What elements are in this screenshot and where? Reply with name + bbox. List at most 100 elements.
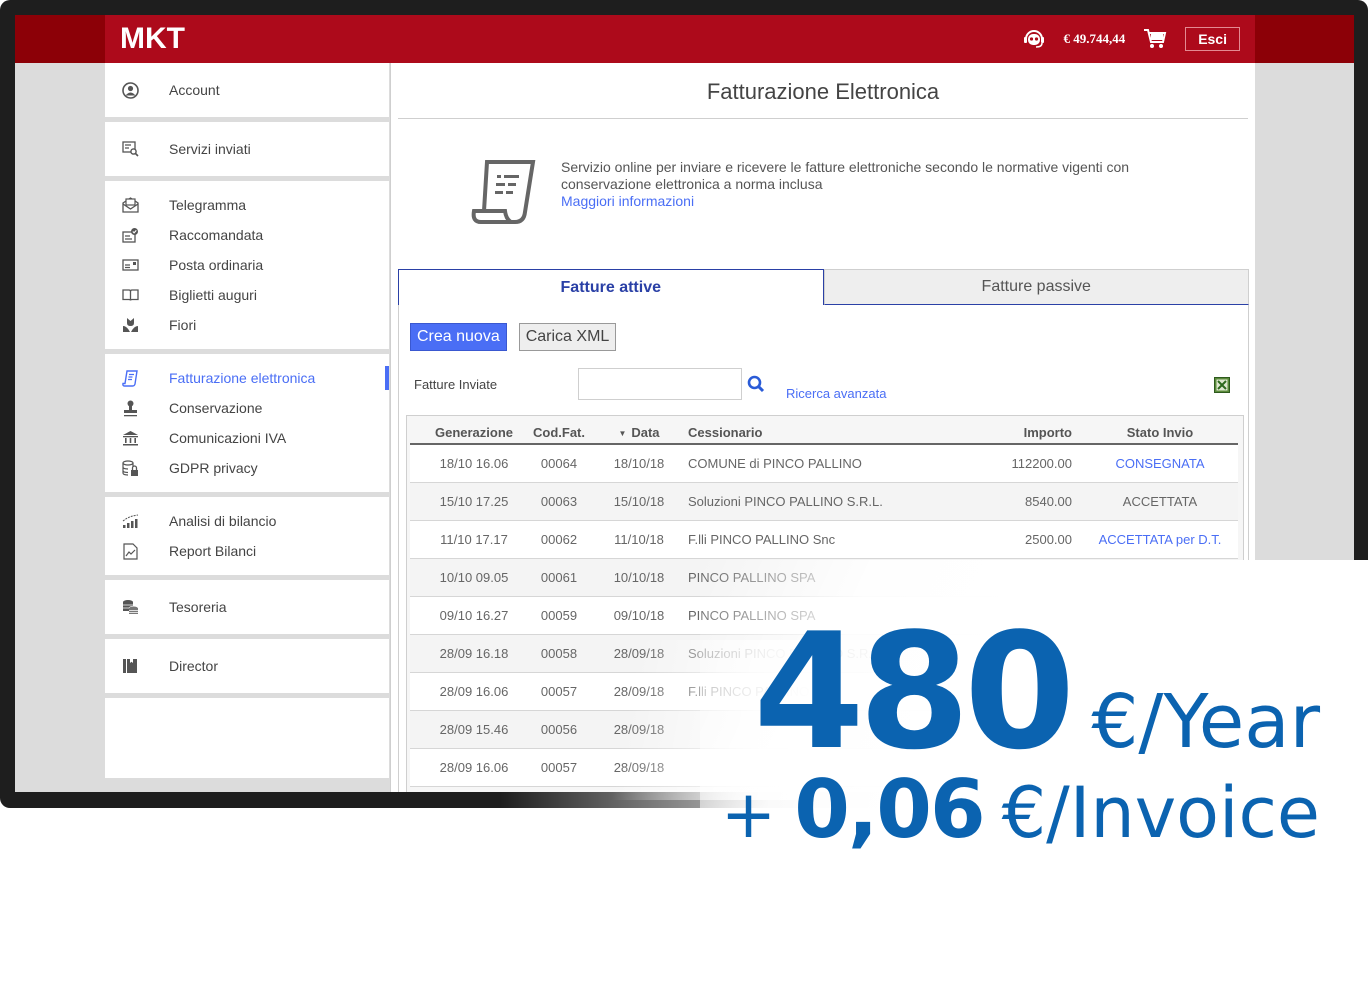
- table-row[interactable]: 11/10 17.17 00062 11/10/18 F.lli PINCO PALL…: [410, 520, 1238, 559]
- pricing-annual: 480 €/Year: [721, 612, 1320, 772]
- sidebar-item-label: Servizi inviati: [169, 141, 251, 157]
- cell-generazione: 11/10 17.17: [410, 520, 518, 559]
- cell-stato-invio: ACCETTATA per D.T.: [1082, 520, 1238, 559]
- sidebar-item-label: Tesoreria: [169, 599, 227, 615]
- annual-unit: €/Year: [1091, 679, 1320, 765]
- sidebar-item-director[interactable]: Director: [105, 651, 389, 681]
- excel-icon[interactable]: [1214, 377, 1230, 393]
- tab-fatture-attive[interactable]: Fatture attive: [398, 269, 824, 305]
- sidebar-item-tesoreria[interactable]: Tesoreria: [105, 592, 389, 622]
- cell-generazione: 18/10 16.06: [410, 444, 518, 483]
- search-input[interactable]: [578, 368, 742, 400]
- sidebar-item-posta-ordinaria[interactable]: Posta ordinaria: [105, 250, 389, 280]
- cell-data: 09/10/18: [600, 596, 678, 635]
- sidebar-item-analisi-di-bilancio[interactable]: Analisi di bilancio: [105, 506, 389, 536]
- plus-sign: +: [720, 776, 777, 853]
- table-header-row: Generazione Cod.Fat. ▼ Data Cessionario I…: [410, 416, 1238, 445]
- envelope-open-icon: [121, 196, 139, 214]
- col-cod-fat[interactable]: Cod.Fat.: [518, 416, 600, 445]
- table-row[interactable]: 15/10 17.25 00063 15/10/18 Soluzioni PINCO …: [410, 482, 1238, 521]
- sidebar-item-fiori[interactable]: Fiori: [105, 310, 389, 340]
- sidebar-item-fatturazione-elettronica[interactable]: Fatturazione elettronica: [105, 363, 389, 393]
- action-buttons: Crea nuova Carica XML: [399, 305, 1248, 351]
- headset-robot-icon[interactable]: [1021, 28, 1047, 50]
- sidebar-item-servizi-inviati[interactable]: Servizi inviati: [105, 134, 389, 164]
- cell-stato-invio: CONSEGNATA: [1082, 444, 1238, 483]
- table-row[interactable]: 10/10 09.05 00061 10/10/18 PINCO PALLINO SP…: [410, 558, 1238, 597]
- more-info-link[interactable]: Maggiori informazioni: [561, 193, 694, 209]
- per-invoice-unit: €/Invoice: [1001, 772, 1320, 854]
- sidebar-group-account: Account: [105, 63, 389, 117]
- sidebar-item-label: Raccomandata: [169, 227, 264, 243]
- sidebar-item-raccomandata[interactable]: Raccomandata: [105, 220, 389, 250]
- logout-button[interactable]: Esci: [1185, 27, 1240, 51]
- col-generazione[interactable]: Generazione: [410, 416, 518, 445]
- cell-cessionario: COMUNE di PINCO PALLINO: [678, 444, 972, 483]
- mail-card-icon: [121, 256, 139, 274]
- cell-cod-fat: 00057: [518, 748, 600, 787]
- cell-cod-fat: 00064: [518, 444, 600, 483]
- cell-data: 18/10/18: [600, 444, 678, 483]
- cell-generazione: 28/09 15.46: [410, 710, 518, 749]
- sidebar-item-comunicazioni-iva[interactable]: Comunicazioni IVA: [105, 423, 389, 453]
- top-header: MKT € 49.744,44 Esci: [15, 15, 1354, 63]
- cell-importo: 8540.00: [972, 482, 1082, 521]
- stamp-icon: [121, 399, 139, 417]
- header-actions: € 49.744,44 Esci: [1021, 27, 1240, 51]
- sidebar-item-label: Director: [169, 658, 219, 674]
- sidebar-item-label: Analisi di bilancio: [169, 513, 277, 529]
- cell-data: 28/09/18: [600, 672, 678, 711]
- create-new-button[interactable]: Crea nuova: [410, 323, 507, 351]
- cell-generazione: 15/10 17.25: [410, 482, 518, 521]
- sidebar-item-label: GDPR privacy: [169, 460, 258, 476]
- upload-xml-button[interactable]: Carica XML: [518, 323, 617, 351]
- col-importo[interactable]: Importo: [972, 416, 1082, 445]
- cell-generazione: 28/09 16.06: [410, 748, 518, 787]
- pricing-per-invoice: +0,06 €/Invoice: [721, 770, 1320, 850]
- cell-data: 10/10/18: [600, 558, 678, 597]
- invoice-tabs: Fatture attive Fatture passive: [398, 269, 1249, 305]
- cell-importo: 112200.00: [972, 444, 1082, 483]
- cell-cod-fat: 00056: [518, 710, 600, 749]
- sidebar-item-biglietti-auguri[interactable]: Biglietti auguri: [105, 280, 389, 310]
- intro-description: Servizio online per inviare e ricevere l…: [561, 159, 1129, 229]
- magnifier-icon[interactable]: [746, 374, 766, 394]
- cell-generazione: 09/10 16.27: [410, 596, 518, 635]
- page-title: Fatturazione Elettronica: [706, 79, 940, 104]
- book-open-icon: [121, 286, 139, 304]
- cell-cod-fat: 00058: [518, 634, 600, 673]
- sidebar-item-gdpr-privacy[interactable]: GDPR privacy: [105, 453, 389, 483]
- binder-icon: [121, 657, 139, 675]
- intro-text-line2: conservazione elettronica a norma inclus…: [561, 176, 823, 192]
- sidebar-group-analysis: Analisi di bilancio Report Bilanci: [105, 497, 389, 575]
- sidebar-item-telegramma[interactable]: Telegramma: [105, 190, 389, 220]
- sidebar-item-label: Telegramma: [169, 197, 247, 213]
- col-data[interactable]: ▼ Data: [600, 416, 678, 445]
- cell-cod-fat: 00061: [518, 558, 600, 597]
- cell-cessionario: Soluzioni PINCO PALLINO S.R.L.: [678, 482, 972, 521]
- cell-data: 11/10/18: [600, 520, 678, 559]
- col-stato-invio[interactable]: Stato Invio: [1082, 416, 1238, 445]
- table-row[interactable]: 18/10 16.06 00064 18/10/18 COMUNE di PINCO …: [410, 444, 1238, 483]
- tab-fatture-passive[interactable]: Fatture passive: [823, 269, 1249, 305]
- sidebar-item-label: Account: [169, 82, 220, 98]
- user-circle-icon: [121, 81, 139, 99]
- cart-icon[interactable]: [1143, 28, 1169, 50]
- title-divider: [398, 118, 1248, 119]
- advanced-search-link[interactable]: Ricerca avanzata: [786, 386, 886, 401]
- col-data-label: Data: [631, 425, 660, 440]
- coins-icon: [121, 598, 139, 616]
- sidebar-item-conservazione[interactable]: Conservazione: [105, 393, 389, 423]
- col-cessionario[interactable]: Cessionario: [678, 416, 972, 445]
- sidebar-item-report-bilanci[interactable]: Report Bilanci: [105, 536, 389, 566]
- cell-data: 28/09/18: [600, 710, 678, 749]
- sidebar-item-account[interactable]: Account: [105, 75, 389, 105]
- invoice-icon: [121, 369, 139, 387]
- cell-cod-fat: 00059: [518, 596, 600, 635]
- report-chart-icon: [121, 542, 139, 560]
- cell-cod-fat: 00063: [518, 482, 600, 521]
- sidebar-item-label: Fiori: [169, 317, 197, 333]
- logo[interactable]: MKT: [120, 22, 185, 56]
- sort-desc-icon: ▼: [618, 429, 627, 439]
- cell-generazione: 10/10 09.05: [410, 558, 518, 597]
